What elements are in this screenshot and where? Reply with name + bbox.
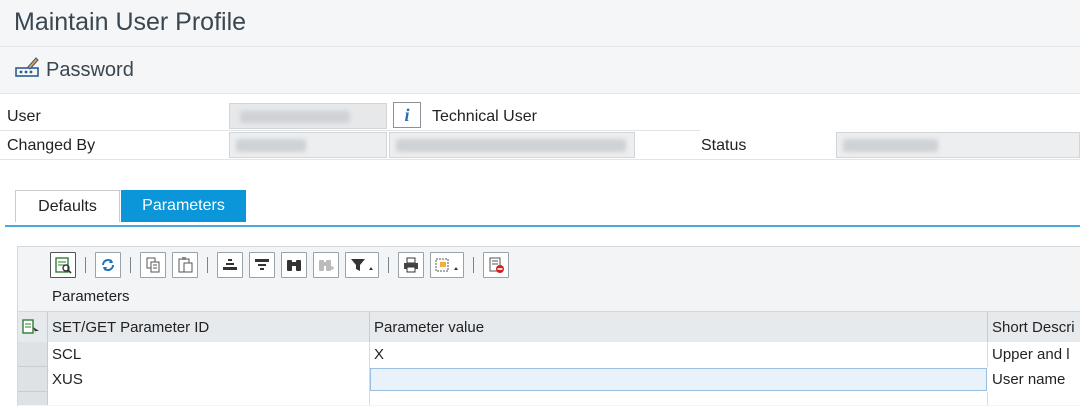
toolbar-separator (130, 257, 131, 273)
cell-parameter-id: SCL (48, 342, 370, 367)
table-row[interactable]: XUS User name (48, 367, 1080, 393)
toolbar-separator (388, 257, 389, 273)
technical-user-label: Technical User (432, 108, 537, 125)
find-next-icon[interactable] (313, 252, 339, 278)
tab-underline (5, 225, 1080, 227)
toolbar-separator (85, 257, 86, 273)
print-icon[interactable] (398, 252, 424, 278)
refresh-icon[interactable] (95, 252, 121, 278)
row-selector-column (18, 342, 48, 405)
tab-parameters[interactable]: Parameters (121, 190, 246, 222)
grid-header-row: SET/GET Parameter ID Parameter value Sho… (18, 311, 1080, 343)
redacted-value (236, 139, 306, 152)
parameter-value-input[interactable] (370, 368, 987, 391)
find-icon[interactable] (281, 252, 307, 278)
select-all-icon[interactable] (18, 312, 48, 342)
col-header-parameter-id[interactable]: SET/GET Parameter ID (48, 312, 370, 342)
cell-parameter-id (48, 392, 370, 405)
changed-by-label: Changed By (7, 137, 96, 154)
cell-parameter-value[interactable] (370, 392, 988, 405)
app-toolbar: Password (0, 46, 1080, 94)
cell-short-description: User name (992, 371, 1066, 388)
export-icon[interactable] (430, 252, 464, 278)
sort-ascending-icon[interactable] (217, 252, 243, 278)
toolbar-separator (207, 257, 208, 273)
changed-on-field (389, 132, 635, 158)
sort-descending-icon[interactable] (249, 252, 275, 278)
copy-icon[interactable] (140, 252, 166, 278)
tab-strip: Defaults Parameters (0, 190, 1080, 228)
filter-icon[interactable] (345, 252, 379, 278)
details-icon[interactable] (50, 252, 76, 278)
changed-by-field (229, 132, 387, 158)
info-icon[interactable]: i (393, 102, 421, 128)
redacted-value (240, 111, 350, 123)
password-button[interactable]: Password (14, 56, 134, 84)
divider (0, 130, 700, 131)
redacted-value (396, 139, 626, 152)
divider (18, 366, 48, 367)
cell-parameter-id: XUS (48, 367, 370, 392)
divider (18, 391, 48, 392)
redacted-value (843, 139, 938, 152)
divider (0, 159, 1080, 160)
table-row[interactable]: SCL X Upper and l (48, 342, 1080, 368)
paste-icon[interactable] (172, 252, 198, 278)
grid-title: Parameters (52, 288, 130, 305)
status-label: Status (701, 137, 747, 154)
password-icon (14, 55, 40, 85)
table-row[interactable] (48, 392, 1080, 405)
toolbar-separator (473, 257, 474, 273)
cell-short-description: Upper and l (992, 346, 1070, 363)
grid-toolbar (50, 249, 509, 281)
col-header-short-description[interactable]: Short Descri (988, 312, 1080, 342)
title-bar: Maintain User Profile (0, 0, 1080, 46)
cell-parameter-value[interactable]: X (370, 342, 988, 367)
page-title: Maintain User Profile (14, 8, 247, 36)
col-header-parameter-value[interactable]: Parameter value (370, 312, 988, 342)
status-field (836, 132, 1080, 158)
tab-defaults[interactable]: Defaults (15, 190, 120, 222)
user-label: User (7, 108, 41, 125)
user-field[interactable] (229, 103, 387, 129)
delete-row-icon[interactable] (483, 252, 509, 278)
password-label: Password (46, 58, 134, 81)
